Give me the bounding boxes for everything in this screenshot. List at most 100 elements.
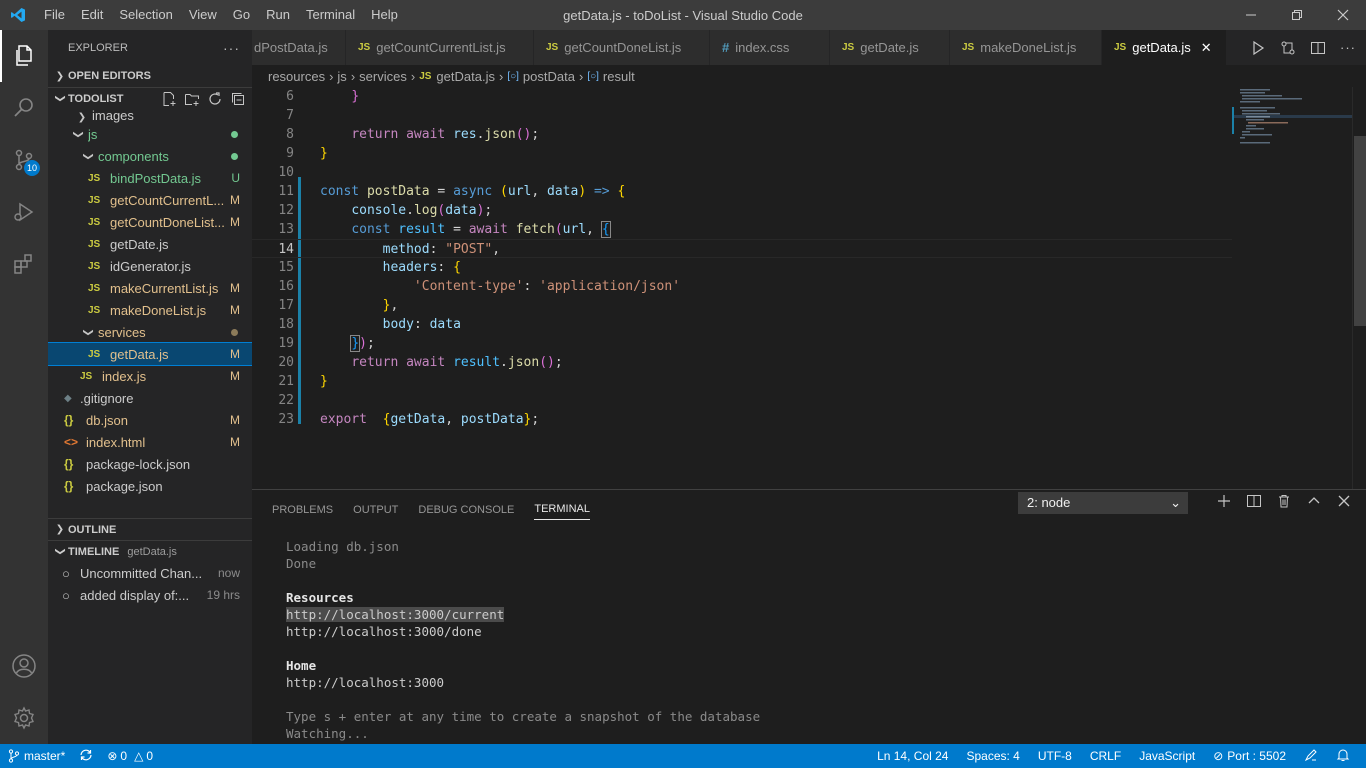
tab-problems[interactable]: PROBLEMS xyxy=(272,504,333,520)
feedback-icon[interactable] xyxy=(1304,748,1318,765)
branch-indicator[interactable]: master* xyxy=(8,749,65,763)
trash-icon[interactable] xyxy=(1276,493,1292,509)
tree-file-package-lock[interactable]: {} package-lock.json xyxy=(48,453,252,475)
source-control-icon[interactable]: 10 xyxy=(0,134,48,186)
tab-getcountcurrentlist[interactable]: JS getCountCurrentList.js xyxy=(346,30,534,65)
menu-go[interactable]: Go xyxy=(225,0,258,30)
close-panel-icon[interactable] xyxy=(1336,493,1352,509)
menu-run[interactable]: Run xyxy=(258,0,298,30)
accounts-icon[interactable] xyxy=(0,640,48,692)
tree-file-package[interactable]: {} package.json xyxy=(48,475,252,497)
code-line: 9} xyxy=(286,146,328,161)
tree-file-getcountcurrent[interactable]: JS getCountCurrentL... M xyxy=(48,189,252,211)
maximize-panel-icon[interactable] xyxy=(1306,493,1322,509)
new-folder-icon[interactable] xyxy=(184,91,200,107)
menu-view[interactable]: View xyxy=(181,0,225,30)
tab-makedonelist[interactable]: JS makeDoneList.js xyxy=(950,30,1102,65)
tab-terminal[interactable]: TERMINAL xyxy=(534,503,590,520)
tree-folder-services[interactable]: ❯ services xyxy=(48,321,252,343)
menu-selection[interactable]: Selection xyxy=(111,0,180,30)
breadcrumb-item[interactable]: js xyxy=(337,69,346,84)
breadcrumb-item[interactable]: postData xyxy=(523,69,575,84)
search-icon[interactable] xyxy=(0,82,48,134)
commit-icon: ○ xyxy=(62,587,70,603)
collapse-all-icon[interactable] xyxy=(230,91,246,107)
open-changes-icon[interactable] xyxy=(1280,40,1296,56)
end-of-line[interactable]: CRLF xyxy=(1090,749,1121,763)
tab-index-css[interactable]: # index.css xyxy=(710,30,830,65)
tree-file-db-json[interactable]: {} db.json M xyxy=(48,409,252,431)
terminal-link[interactable]: http://localhost:3000/done xyxy=(286,623,760,640)
tree-folder-js[interactable]: ❯ js xyxy=(48,123,252,145)
terminal-select[interactable]: 2: node ⌄ xyxy=(1018,492,1188,514)
terminal-output[interactable]: Loading db.json Done Resources http://lo… xyxy=(286,538,760,742)
outline-section[interactable]: ❯ OUTLINE xyxy=(48,518,252,540)
tree-file-index-js[interactable]: JS index.js M xyxy=(48,365,252,387)
timeline-item[interactable]: ○ Uncommitted Chan... now xyxy=(48,562,252,584)
tree-folder-components[interactable]: ❯ components xyxy=(48,145,252,167)
new-terminal-icon[interactable] xyxy=(1216,493,1232,509)
timeline-section[interactable]: ❯ TIMELINE getData.js xyxy=(48,540,252,562)
more-actions-icon[interactable]: ··· xyxy=(223,40,240,56)
split-editor-icon[interactable] xyxy=(1310,40,1326,56)
tab-getcountdonelist[interactable]: JS getCountDoneList.js xyxy=(534,30,710,65)
tree-file-getdate[interactable]: JS getDate.js xyxy=(48,233,252,255)
breadcrumb-item[interactable]: resources xyxy=(268,69,325,84)
breadcrumb-item[interactable]: getData.js xyxy=(436,69,495,84)
close-tab-icon[interactable]: ✕ xyxy=(1201,40,1212,56)
menu-terminal[interactable]: Terminal xyxy=(298,0,363,30)
live-server-port[interactable]: ⊘ Port : 5502 xyxy=(1213,749,1286,763)
encoding[interactable]: UTF-8 xyxy=(1038,749,1072,763)
tree-file-gitignore[interactable]: ◆ .gitignore xyxy=(48,387,252,409)
new-file-icon[interactable] xyxy=(161,91,177,107)
more-actions-icon[interactable]: ··· xyxy=(1340,40,1356,55)
extensions-icon[interactable] xyxy=(0,238,48,290)
terminal-link[interactable]: http://localhost:3000 xyxy=(286,674,760,691)
problems-indicator[interactable]: ⊗ 0 △ 0 xyxy=(107,749,153,763)
indentation[interactable]: Spaces: 4 xyxy=(966,749,1019,763)
menu-file[interactable]: File xyxy=(36,0,73,30)
js-file-icon: JS xyxy=(842,42,855,53)
tree-file-makecurrentlist[interactable]: JS makeCurrentList.js M xyxy=(48,277,252,299)
run-icon[interactable] xyxy=(1250,40,1266,56)
terminal-link[interactable]: http://localhost:3000/current xyxy=(286,607,505,622)
menu-edit[interactable]: Edit xyxy=(73,0,111,30)
sync-icon[interactable] xyxy=(79,748,93,765)
tab-output[interactable]: OUTPUT xyxy=(353,504,398,520)
language-mode[interactable]: JavaScript xyxy=(1139,749,1195,763)
explorer-icon[interactable] xyxy=(0,30,48,82)
code-editor[interactable]: 6 } 7 8 return await res.json(); 9} 10 1… xyxy=(252,87,1232,489)
refresh-icon[interactable] xyxy=(207,91,223,107)
open-editors-section[interactable]: ❯ OPEN EDITORS xyxy=(48,65,252,87)
tab-getdata[interactable]: JS getData.js ✕ xyxy=(1102,30,1227,65)
tree-file-getdata[interactable]: JS getData.js M xyxy=(48,342,252,366)
todolist-section[interactable]: ❯ TODOLIST xyxy=(48,87,252,109)
tab-getdate[interactable]: JS getDate.js xyxy=(830,30,950,65)
tree-folder-images[interactable]: ❯ images xyxy=(48,109,252,123)
run-debug-icon[interactable] xyxy=(0,186,48,238)
notifications-bell-icon[interactable] xyxy=(1336,748,1350,765)
js-file-icon: JS xyxy=(88,194,101,206)
breadcrumb-item[interactable]: result xyxy=(603,69,635,84)
chevron-right-icon: › xyxy=(498,68,504,84)
breadcrumb-item[interactable]: services xyxy=(359,69,407,84)
tree-file-idgenerator[interactable]: JS idGenerator.js xyxy=(48,255,252,277)
tab-debug-console[interactable]: DEBUG CONSOLE xyxy=(418,504,514,520)
menu-help[interactable]: Help xyxy=(363,0,406,30)
minimize-icon[interactable] xyxy=(1228,0,1274,30)
settings-gear-icon[interactable] xyxy=(0,692,48,744)
tree-file-getcountdone[interactable]: JS getCountDoneList... M xyxy=(48,211,252,233)
timeline-item[interactable]: ○ added display of:... 19 hrs xyxy=(48,584,252,606)
tree-file-bindpostdata[interactable]: JS bindPostData.js U xyxy=(48,167,252,189)
minimap[interactable] xyxy=(1232,87,1352,489)
tree-file-index-html[interactable]: <> index.html M xyxy=(48,431,252,453)
editor-scrollbar-thumb[interactable] xyxy=(1354,136,1366,326)
close-window-icon[interactable] xyxy=(1320,0,1366,30)
terminal-line: http://localhost:3000/current xyxy=(286,606,760,623)
tree-file-makedonelist[interactable]: JS makeDoneList.js M xyxy=(48,299,252,321)
tab-bindpostdata[interactable]: dPostData.js xyxy=(252,30,346,65)
cursor-position[interactable]: Ln 14, Col 24 xyxy=(877,749,948,763)
split-terminal-icon[interactable] xyxy=(1246,493,1262,509)
activity-bar: 10 xyxy=(0,30,48,744)
restore-icon[interactable] xyxy=(1274,0,1320,30)
